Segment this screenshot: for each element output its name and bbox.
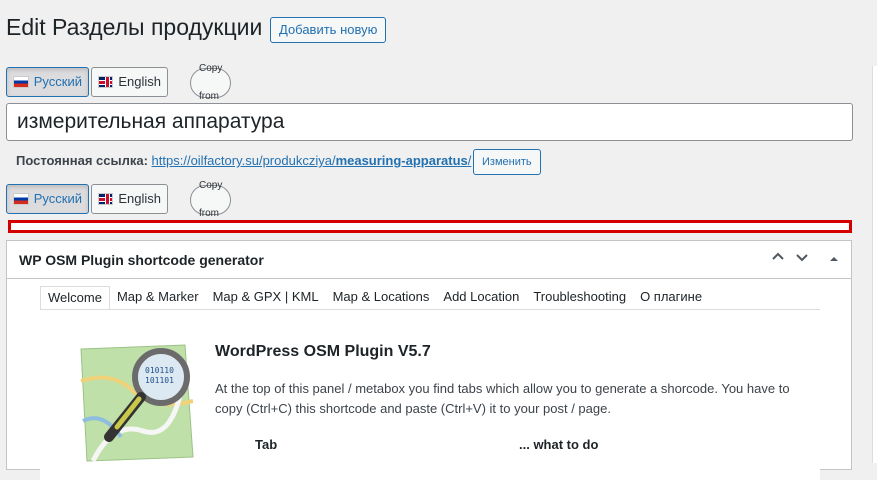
tab-map-locations[interactable]: Map & Locations (326, 286, 437, 308)
uk-flag-icon (98, 76, 114, 88)
edit-slug-button[interactable]: Изменить (473, 149, 541, 175)
copy-from-button[interactable]: Copy from (190, 180, 232, 219)
lang-russian-label: Русский (33, 74, 82, 89)
metabox-tabs: Welcome Map & Marker Map & GPX | KML Map… (40, 286, 709, 310)
tab-welcome[interactable]: Welcome (40, 286, 110, 310)
plugin-heading: WordPress OSM Plugin V5.7 (215, 343, 431, 360)
tab-about[interactable]: О плагине (633, 286, 709, 308)
permalink-url[interactable]: https://oilfactory.su/produkcziya/measur… (152, 153, 472, 168)
toggle-panel-icon[interactable] (825, 250, 843, 268)
lang-english-label: English (118, 74, 161, 89)
tab-add-location[interactable]: Add Location (436, 286, 526, 308)
osm-shortcode-metabox: WP OSM Plugin shortcode generator Welcom… (6, 240, 852, 480)
lang-russian-button[interactable]: Русский (6, 184, 89, 214)
metabox-header: WP OSM Plugin shortcode generator (7, 241, 851, 279)
svg-text:010110: 010110 (145, 366, 174, 375)
metabox-title: WP OSM Plugin shortcode generator (19, 252, 264, 268)
col-tab-header: Tab (255, 437, 278, 452)
osm-logo-icon: 010110 101101 (80, 344, 194, 463)
lang-english-button[interactable]: English (91, 67, 168, 97)
tab-map-marker[interactable]: Map & Marker (110, 286, 206, 308)
tab-troubleshooting[interactable]: Troubleshooting (526, 286, 633, 308)
uk-flag-icon (98, 193, 114, 205)
svg-text:101101: 101101 (145, 376, 174, 385)
russia-flag-icon (13, 193, 29, 205)
lang-english-button[interactable]: English (91, 184, 168, 214)
permalink-label: Постоянная ссылка: (16, 153, 148, 168)
tab-map-gpx-kml[interactable]: Map & GPX | KML (206, 286, 326, 308)
title-input[interactable]: измерительная аппаратура (6, 103, 853, 141)
copy-from-button[interactable]: Copy from (190, 63, 232, 102)
lang-russian-label: Русский (33, 191, 82, 206)
add-new-button[interactable]: Добавить новую (270, 17, 387, 43)
permalink: Постоянная ссылка: https://oilfactory.su… (16, 153, 471, 168)
russia-flag-icon (13, 76, 29, 88)
move-up-icon[interactable] (769, 250, 787, 268)
col-what-header: ... what to do (519, 437, 599, 452)
move-down-icon[interactable] (793, 250, 811, 268)
highlighted-editor-area[interactable] (8, 220, 852, 233)
page-title: Edit Разделы продукции (6, 14, 263, 40)
plugin-intro: At the top of this panel / metabox you f… (215, 381, 790, 416)
right-edge-panel (872, 66, 877, 463)
lang-english-label: English (118, 191, 161, 206)
lang-russian-button[interactable]: Русский (6, 67, 89, 97)
